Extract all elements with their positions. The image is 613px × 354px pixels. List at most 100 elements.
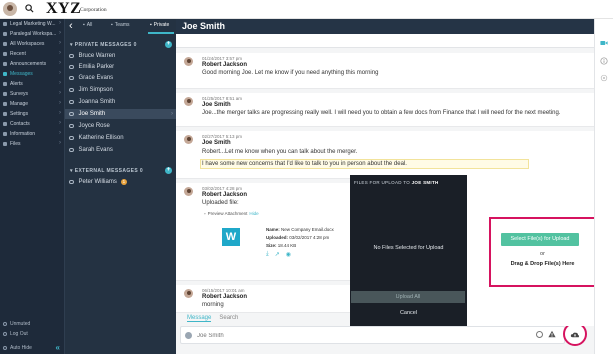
search-icon[interactable] <box>25 4 34 13</box>
speaker-icon <box>3 321 7 326</box>
tab-private[interactable]: ▪ Private <box>150 22 169 28</box>
emoji-icon[interactable] <box>536 331 543 338</box>
active-tab-indicator <box>148 32 174 34</box>
folder-icon <box>3 142 7 146</box>
priority-warning-icon[interactable] <box>548 330 556 338</box>
attachment-name: Name: New Company Email.docx <box>266 227 334 232</box>
message-author: Robert Jackson <box>202 62 248 68</box>
message-item: 01/25/2017 8:51 am Joe Smith Joe...the m… <box>176 93 594 127</box>
contact-item[interactable]: Bruce Warren <box>65 51 177 61</box>
contact-item[interactable]: Joanna Smith <box>65 97 177 107</box>
tab-message[interactable]: Message <box>187 315 212 322</box>
private-messages-heading: ▾ PRIVATE MESSAGES 0 <box>70 42 137 48</box>
nav-item-contacts[interactable]: Contacts › <box>0 119 64 129</box>
contact-item-external[interactable]: Peter Williams 1 <box>65 177 177 187</box>
message-item: 02/27/2017 5:13 pm Joe Smith Robert...Le… <box>176 131 594 179</box>
nav-item-files[interactable]: Files › <box>0 139 64 149</box>
chevron-right-icon: › <box>171 111 173 117</box>
nav-item-all-workspaces[interactable]: All Workspaces › <box>0 39 64 49</box>
info-icon[interactable] <box>600 57 608 65</box>
message-timestamp: 03/02/2017 4:28 pm <box>202 186 243 191</box>
collapse-sidebar-icon[interactable]: « <box>56 343 60 352</box>
word-document-icon[interactable]: W <box>222 228 240 246</box>
contact-item[interactable]: Sarah Evans <box>65 145 177 155</box>
tab-all[interactable]: ▪ All <box>83 22 92 28</box>
add-private-message-button[interactable]: + <box>165 41 172 48</box>
upload-panel-title: FILES FOR UPLOAD TO JOE SMITH <box>354 180 439 185</box>
view-icon[interactable]: ◉ <box>286 251 291 258</box>
status-icon <box>69 111 74 117</box>
share-icon[interactable]: ↗ <box>275 251 280 258</box>
contact-item[interactable]: Jim Simpson <box>65 85 177 95</box>
log-out-link[interactable]: Log Out <box>0 329 64 338</box>
attachment-uploaded: Uploaded: 03/02/2017 4:28 pm <box>266 235 330 240</box>
tab-search[interactable]: Search <box>219 315 238 322</box>
contact-item-selected[interactable]: Joe Smith › <box>65 109 177 119</box>
contact-item[interactable]: Grace Evans <box>65 73 177 83</box>
avatar <box>184 289 193 298</box>
upload-all-button[interactable]: Upload All <box>351 291 465 303</box>
gear-icon <box>3 112 7 116</box>
status-icon <box>69 75 74 81</box>
avatar <box>184 97 193 106</box>
group-icon: ▪ <box>111 22 113 28</box>
top-bar: XYZ Corporation <box>0 0 613 19</box>
clipboard-icon <box>3 92 7 96</box>
right-rail <box>594 19 613 354</box>
nav-item-alerts[interactable]: Alerts › <box>0 79 64 89</box>
nav-item-recent[interactable]: Recent › <box>0 49 64 59</box>
nav-item-legal-marketing[interactable]: Legal Marketing W... › <box>0 19 64 29</box>
hide-link[interactable]: Hide <box>249 211 258 216</box>
cancel-button[interactable]: Cancel <box>350 310 467 316</box>
unmuted-toggle[interactable]: Unmuted <box>0 319 64 328</box>
cloud-upload-icon <box>570 332 579 338</box>
attachment-card: W Name: New Company Email.docx Uploaded:… <box>218 225 338 259</box>
settings-icon[interactable] <box>600 74 608 82</box>
no-files-message: No Files Selected for Upload <box>373 245 444 251</box>
contact-item[interactable]: Joyce Rose <box>65 121 177 131</box>
status-icon <box>69 179 74 185</box>
message-input[interactable] <box>197 330 497 341</box>
message-timestamp: 01/24/2017 3:57 pm <box>202 56 243 61</box>
nav-item-surveys[interactable]: Surveys › <box>0 89 64 99</box>
avatar <box>184 135 193 144</box>
nav-item-messages[interactable]: Messages › <box>0 69 64 79</box>
message-item: 01/24/2017 3:57 pm Robert Jackson Good m… <box>176 53 594 89</box>
user-avatar[interactable] <box>3 2 17 16</box>
composer-tabs: Message Search <box>187 315 238 322</box>
chat-title: Joe Smith <box>182 21 226 31</box>
contact-item[interactable]: Emilia Parker <box>65 62 177 72</box>
message-timestamp: 02/27/2017 5:13 pm <box>202 134 243 139</box>
nav-item-information[interactable]: Information › <box>0 129 64 139</box>
message-timestamp: 01/25/2017 8:51 am <box>202 96 243 101</box>
unread-badge: 1 <box>120 179 127 185</box>
auto-hide-toggle[interactable]: Auto Hide <box>0 343 64 352</box>
attachment-size: Size: 18.44 KB <box>266 243 297 248</box>
status-icon <box>69 99 74 105</box>
nav-item-settings[interactable]: Settings › <box>0 109 64 119</box>
message-text: Uploaded file: <box>202 200 239 206</box>
message-author: Robert Jackson <box>202 294 248 300</box>
contact-item[interactable]: Katherine Ellison <box>65 133 177 143</box>
tab-teams[interactable]: ▪ Teams <box>111 22 130 28</box>
video-icon[interactable] <box>600 39 608 47</box>
avatar <box>184 187 193 196</box>
message-text: Joe...the merger talks are progressing r… <box>202 110 561 116</box>
attachment-actions: ⤓ ↗ ◉ <box>266 251 291 258</box>
chat-icon: ▪ <box>83 22 85 28</box>
add-external-message-button[interactable]: + <box>165 167 172 174</box>
message-text-highlighted: I have some new concerns that I'd like t… <box>202 161 407 167</box>
attachment-icon[interactable] <box>185 332 192 339</box>
preview-attachment-toggle[interactable]: ▫ Preview Attachment Hide <box>204 211 259 216</box>
chat-subheader <box>176 34 594 48</box>
nav-item-manage[interactable]: Manage › <box>0 99 64 109</box>
bell-icon <box>3 82 7 86</box>
nav-item-paralegal[interactable]: Paralegal Workspa... › <box>0 29 64 39</box>
download-icon[interactable]: ⤓ <box>266 251 269 258</box>
toggle-icon <box>3 345 7 350</box>
back-chevron-icon[interactable]: ‹ <box>69 20 73 32</box>
select-files-button[interactable]: Select File(s) for Upload <box>501 233 579 246</box>
drop-zone[interactable]: Select File(s) for Upload or Drag & Drop… <box>489 217 596 287</box>
person-icon <box>3 122 7 126</box>
nav-item-announcements[interactable]: Announcements › <box>0 59 64 69</box>
